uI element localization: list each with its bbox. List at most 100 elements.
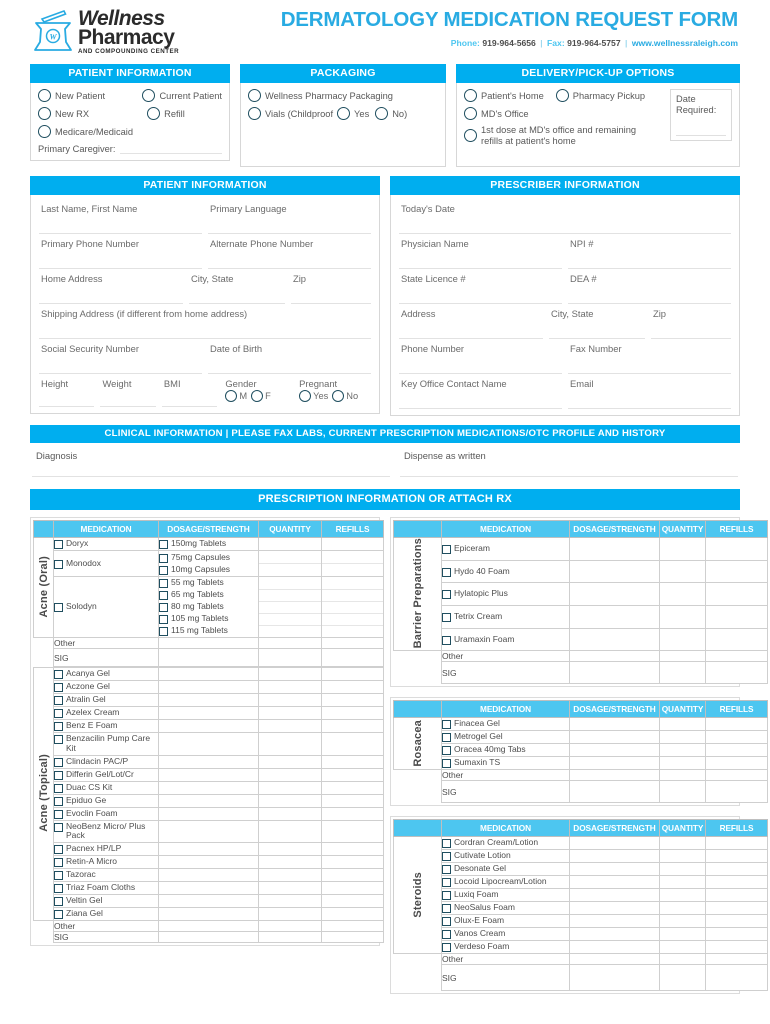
checkbox-benzacilin-pump-care-kit[interactable]	[54, 735, 63, 744]
checkbox-differin-gel-lot-cr[interactable]	[54, 770, 63, 780]
quantity-cell[interactable]	[258, 780, 322, 795]
zip-field[interactable]: Zip	[290, 269, 371, 304]
radio-patients-home[interactable]	[464, 89, 477, 102]
home-address-field[interactable]: Home Address	[39, 269, 183, 304]
medication-cell[interactable]: Doryx	[53, 537, 159, 551]
checkbox-atralin-gel[interactable]	[54, 696, 63, 705]
dosage-cell[interactable]	[569, 559, 660, 584]
medication-cell[interactable]: Verdeso Foam	[441, 940, 570, 955]
refills-cell[interactable]	[321, 819, 384, 844]
medication-cell[interactable]: Azelex Cream	[53, 706, 159, 720]
dosage-cell[interactable]	[158, 780, 259, 795]
checkbox-vanos-cream[interactable]	[442, 930, 451, 940]
sig-quantity-cell[interactable]	[659, 780, 706, 804]
radio-childproof-no[interactable]	[375, 107, 389, 120]
refills-cell[interactable]	[321, 868, 384, 883]
checkbox-hydo-40-foam[interactable]	[442, 567, 451, 577]
dosage-cell[interactable]	[569, 875, 660, 890]
checkbox-cordran-cream-lotion[interactable]	[442, 839, 451, 849]
other-label[interactable]: Other	[441, 769, 570, 782]
checkbox-azelex-cream[interactable]	[54, 709, 63, 718]
refills-cell[interactable]	[705, 627, 768, 652]
checkbox-acanya-gel[interactable]	[54, 670, 63, 679]
other-refills-cell[interactable]	[705, 650, 768, 663]
shipping-address-field[interactable]: Shipping Address (if different from home…	[39, 304, 371, 339]
other-dosage-cell[interactable]	[569, 953, 660, 966]
refills-cell[interactable]	[321, 842, 384, 857]
medication-cell[interactable]: Ziana Gel	[53, 907, 159, 922]
medication-cell[interactable]: Epiduo Ge	[53, 793, 159, 808]
checkbox-solodyn-55mg[interactable]	[159, 579, 168, 588]
checkbox-neobenz-micro-plus-pack[interactable]	[54, 822, 63, 832]
checkbox-sumaxin-ts[interactable]	[442, 759, 451, 769]
checkbox-evoclin-foam[interactable]	[54, 809, 63, 819]
checkbox-ziana-gel[interactable]	[54, 910, 63, 920]
sig-refills-cell[interactable]	[321, 931, 384, 944]
dosage-cell[interactable]	[569, 836, 660, 851]
dosage-cell[interactable]	[158, 706, 259, 720]
medication-cell[interactable]: Hydo 40 Foam	[441, 559, 570, 584]
dosage-cell[interactable]	[569, 582, 660, 607]
checkbox-solodyn-105mg[interactable]	[159, 615, 168, 624]
medication-cell[interactable]: Monodox	[53, 550, 159, 577]
quantity-cell[interactable]	[258, 842, 322, 857]
city-state-field[interactable]: City, State	[188, 269, 285, 304]
sig-refills-cell[interactable]	[705, 964, 768, 992]
quantity-cell[interactable]	[659, 849, 706, 864]
refills-cell[interactable]	[321, 806, 384, 821]
checkbox-aczone-gel[interactable]	[54, 683, 63, 692]
refills-cell[interactable]	[705, 537, 768, 561]
checkbox-solodyn[interactable]	[54, 603, 63, 612]
quantity-cell[interactable]	[258, 868, 322, 883]
refills-cell[interactable]	[705, 756, 768, 771]
medication-cell[interactable]: Olux-E Foam	[441, 914, 570, 929]
dosage-cell[interactable]: 75mg Capsules 10mg Capsules	[158, 550, 259, 577]
quantity-cell[interactable]	[258, 550, 322, 577]
medication-cell[interactable]: Tazorac	[53, 868, 159, 883]
radio-pharmacy-pickup[interactable]	[555, 89, 569, 102]
refills-cell[interactable]	[705, 559, 768, 584]
sig-dosage-cell[interactable]	[158, 931, 259, 944]
refills-cell[interactable]	[321, 680, 384, 694]
height-field[interactable]: Height	[39, 374, 95, 407]
prescriber-fax-field[interactable]: Fax Number	[568, 339, 731, 374]
quantity-cell[interactable]	[659, 914, 706, 929]
other-label[interactable]: Other	[441, 650, 570, 663]
quantity-cell[interactable]	[659, 582, 706, 607]
medication-cell[interactable]: Hylatopic Plus	[441, 582, 570, 607]
refills-cell[interactable]	[321, 793, 384, 808]
refills-cell[interactable]	[321, 780, 384, 795]
dosage-cell[interactable]	[569, 730, 660, 745]
radio-pregnant-no[interactable]	[332, 390, 345, 402]
primary-caregiver-input[interactable]	[119, 143, 222, 154]
checkbox-tazorac[interactable]	[54, 871, 63, 881]
quantity-cell[interactable]	[258, 693, 322, 707]
sig-quantity-cell[interactable]	[258, 648, 322, 667]
dosage-cell[interactable]	[158, 767, 259, 782]
medication-cell[interactable]: Cutivate Lotion	[441, 849, 570, 864]
checkbox-epiceram[interactable]	[442, 544, 451, 554]
dea-field[interactable]: DEA #	[568, 269, 731, 304]
checkbox-locoid-lipocream-lotion[interactable]	[442, 878, 451, 888]
checkbox-uramaxin-foam[interactable]	[442, 635, 451, 645]
quantity-cell[interactable]	[659, 875, 706, 890]
radio-gender-female[interactable]	[251, 390, 264, 402]
quantity-cell[interactable]	[258, 855, 322, 870]
quantity-cell[interactable]	[659, 730, 706, 745]
quantity-cell[interactable]	[659, 743, 706, 758]
refills-cell[interactable]	[705, 927, 768, 942]
medication-cell[interactable]: Luxiq Foam	[441, 888, 570, 903]
refills-cell[interactable]	[321, 881, 384, 896]
quantity-cell[interactable]	[258, 793, 322, 808]
checkbox-neosalus-foam[interactable]	[442, 904, 451, 914]
dosage-cell[interactable]	[158, 754, 259, 769]
medication-cell[interactable]: NeoBenz Micro/ Plus Pack	[53, 819, 159, 844]
quantity-cell[interactable]	[258, 767, 322, 782]
primary-caregiver-field[interactable]: Primary Caregiver:	[38, 143, 222, 154]
sig-quantity-cell[interactable]	[258, 931, 322, 944]
checkbox-finacea-gel[interactable]	[442, 720, 451, 730]
medication-cell[interactable]: Differin Gel/Lot/Cr	[53, 767, 159, 782]
other-quantity-cell[interactable]	[258, 637, 322, 649]
quantity-cell[interactable]	[258, 576, 322, 638]
checkbox-verdeso-foam[interactable]	[442, 943, 451, 953]
